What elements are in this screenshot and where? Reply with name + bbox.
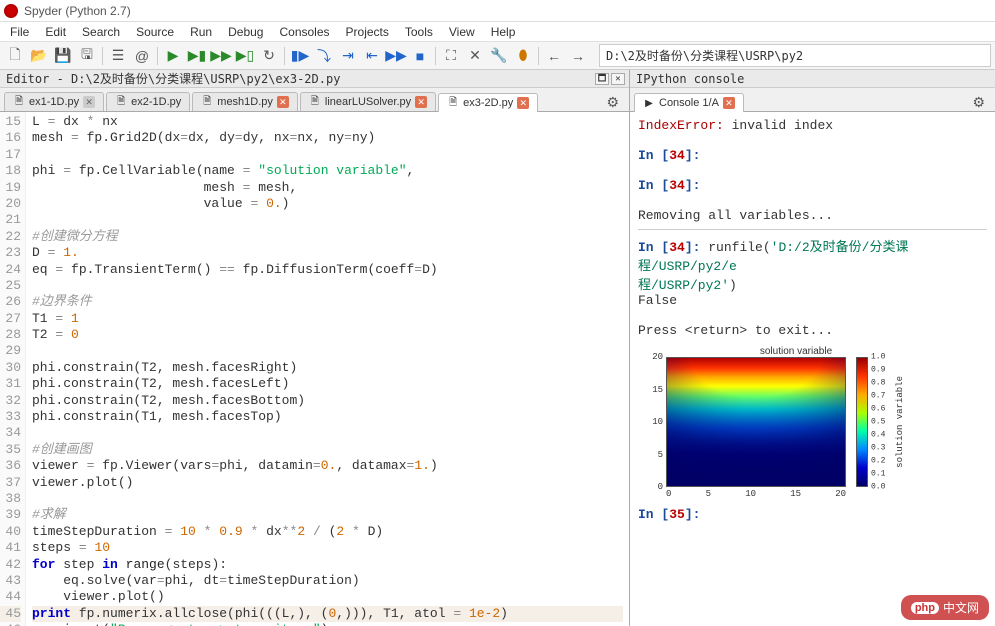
back-icon[interactable]: ← xyxy=(543,45,565,67)
file-icon: 🗎 xyxy=(115,96,127,108)
run-icon[interactable]: ▶ xyxy=(162,45,184,67)
tab-ex2-1d[interactable]: 🗎ex2-1D.py xyxy=(106,92,190,111)
fullscreen-icon[interactable]: ✕ xyxy=(464,45,486,67)
menu-consoles[interactable]: Consoles xyxy=(271,23,337,41)
menu-tools[interactable]: Tools xyxy=(397,23,441,41)
menu-file[interactable]: File xyxy=(2,23,37,41)
tab-options-icon[interactable]: ⚙ xyxy=(600,94,625,111)
php-badge-icon: php xyxy=(911,602,939,614)
tab-mesh1d[interactable]: 🗎mesh1D.py✕ xyxy=(192,92,298,111)
menu-debug[interactable]: Debug xyxy=(220,23,271,41)
save-all-icon[interactable]: 🖫 xyxy=(76,45,98,67)
console-tab[interactable]: ▶Console 1/A✕ xyxy=(634,93,744,112)
watermark-text: 中文网 xyxy=(943,599,979,616)
console-header-title: IPython console xyxy=(636,72,744,86)
find-icon[interactable]: ☰ xyxy=(107,45,129,67)
console-icon: ▶ xyxy=(643,97,655,109)
editor-header: Editor - D:\2及时备份\分类课程\USRP\py2\ex3-2D.p… xyxy=(0,70,629,88)
watermark: php 中文网 xyxy=(901,595,989,620)
menu-source[interactable]: Source xyxy=(128,23,182,41)
menu-projects[interactable]: Projects xyxy=(338,23,397,41)
colorbar-labels: 1.00.90.80.70.60.50.40.30.20.10.0 xyxy=(871,357,891,487)
pythonpath-icon[interactable]: ⬮ xyxy=(512,45,534,67)
code-content[interactable]: L = dx * nxmesh = fp.Grid2D(dx=dx, dy=dy… xyxy=(26,112,629,626)
plot-x-axis: 05101520 xyxy=(666,487,846,499)
step-out-icon[interactable]: ⇤ xyxy=(361,45,383,67)
editor-pane: Editor - D:\2及时备份\分类课程\USRP\py2\ex3-2D.p… xyxy=(0,70,630,626)
outline-icon[interactable]: @ xyxy=(131,45,153,67)
colorbar-title: solution variable xyxy=(895,376,905,468)
toolbar: 🗋 📂 💾 🖫 ☰ @ ▶ ▶▮ ▶▶ ▶▯ ↻ ▮▶ ⤵ ⇥ ⇤ ▶▶ ■ ⛶… xyxy=(0,42,995,70)
menu-help[interactable]: Help xyxy=(483,23,524,41)
console-line: Removing all variables... xyxy=(638,208,987,223)
editor-tab-bar: 🗎ex1-1D.py✕ 🗎ex2-1D.py 🗎mesh1D.py✕ 🗎line… xyxy=(0,88,629,112)
console-header: IPython console xyxy=(630,70,995,88)
console-pane: IPython console ▶Console 1/A✕ ⚙ IndexErr… xyxy=(630,70,995,626)
menu-edit[interactable]: Edit xyxy=(37,23,74,41)
close-tab-icon[interactable]: ✕ xyxy=(83,96,95,108)
file-icon: 🗎 xyxy=(201,96,213,108)
menu-run[interactable]: Run xyxy=(182,23,220,41)
separator xyxy=(284,47,285,65)
title-bar: Spyder (Python 2.7) xyxy=(0,0,995,22)
tab-ex1-1d[interactable]: 🗎ex1-1D.py✕ xyxy=(4,92,104,111)
plot-y-axis: 20151050 xyxy=(646,357,666,487)
error-name: IndexError: xyxy=(638,118,724,133)
close-tab-icon[interactable]: ✕ xyxy=(277,96,289,108)
preferences-icon[interactable]: 🔧 xyxy=(488,45,510,67)
console-line: Press <return> to exit... xyxy=(638,323,987,338)
error-msg: invalid index xyxy=(724,118,833,133)
run-cell-icon[interactable]: ▶▮ xyxy=(186,45,208,67)
separator xyxy=(435,47,436,65)
tab-ex3-2d[interactable]: 🗎ex3-2D.py✕ xyxy=(438,93,538,112)
separator xyxy=(102,47,103,65)
file-icon: 🗎 xyxy=(447,97,459,109)
run-cell-advance-icon[interactable]: ▶▶ xyxy=(210,45,232,67)
rerun-icon[interactable]: ↻ xyxy=(258,45,280,67)
continue-icon[interactable]: ▶▶ xyxy=(385,45,407,67)
plot-title: solution variable xyxy=(646,346,946,357)
console-line: False xyxy=(638,293,987,308)
window-title: Spyder (Python 2.7) xyxy=(24,4,131,18)
divider xyxy=(638,229,987,230)
step-over-icon[interactable]: ⤵ xyxy=(313,45,335,67)
close-tab-icon[interactable]: ✕ xyxy=(723,97,735,109)
menu-search[interactable]: Search xyxy=(74,23,128,41)
file-icon: 🗎 xyxy=(309,96,321,108)
plot-output: solution variable 20151050 1.00.90.80.70… xyxy=(646,346,946,499)
colorbar xyxy=(856,357,868,487)
app-logo-icon xyxy=(4,4,18,18)
open-file-icon[interactable]: 📂 xyxy=(28,45,50,67)
step-into-icon[interactable]: ⇥ xyxy=(337,45,359,67)
close-tab-icon[interactable]: ✕ xyxy=(517,97,529,109)
line-gutter: 1516171819202122232425262728293031323334… xyxy=(0,112,26,626)
tab-options-icon[interactable]: ⚙ xyxy=(966,94,991,111)
menu-view[interactable]: View xyxy=(441,23,483,41)
editor-header-title: Editor - D:\2及时备份\分类课程\USRP\py2\ex3-2D.p… xyxy=(6,70,340,87)
separator xyxy=(157,47,158,65)
maximize-pane-icon[interactable]: ⛶ xyxy=(440,45,462,67)
file-icon: 🗎 xyxy=(13,96,25,108)
new-file-icon[interactable]: 🗋 xyxy=(4,45,26,67)
console-output[interactable]: IndexError: invalid index In [34]: In [3… xyxy=(630,112,995,626)
stop-debug-icon[interactable]: ■ xyxy=(409,45,431,67)
working-dir-input[interactable]: D:\2及时备份\分类课程\USRP\py2 xyxy=(599,44,991,67)
save-icon[interactable]: 💾 xyxy=(52,45,74,67)
separator xyxy=(538,47,539,65)
undock-icon[interactable]: 🗖 xyxy=(595,73,609,85)
run-selection-icon[interactable]: ▶▯ xyxy=(234,45,256,67)
debug-icon[interactable]: ▮▶ xyxy=(289,45,311,67)
console-tab-bar: ▶Console 1/A✕ ⚙ xyxy=(630,88,995,112)
menu-bar: File Edit Search Source Run Debug Consol… xyxy=(0,22,995,42)
code-editor[interactable]: 1516171819202122232425262728293031323334… xyxy=(0,112,629,626)
forward-icon[interactable]: → xyxy=(567,45,589,67)
heatmap-canvas xyxy=(666,357,846,487)
close-tab-icon[interactable]: ✕ xyxy=(415,96,427,108)
tab-linearlusolver[interactable]: 🗎linearLUSolver.py✕ xyxy=(300,92,436,111)
close-pane-icon[interactable]: ✕ xyxy=(611,73,625,85)
